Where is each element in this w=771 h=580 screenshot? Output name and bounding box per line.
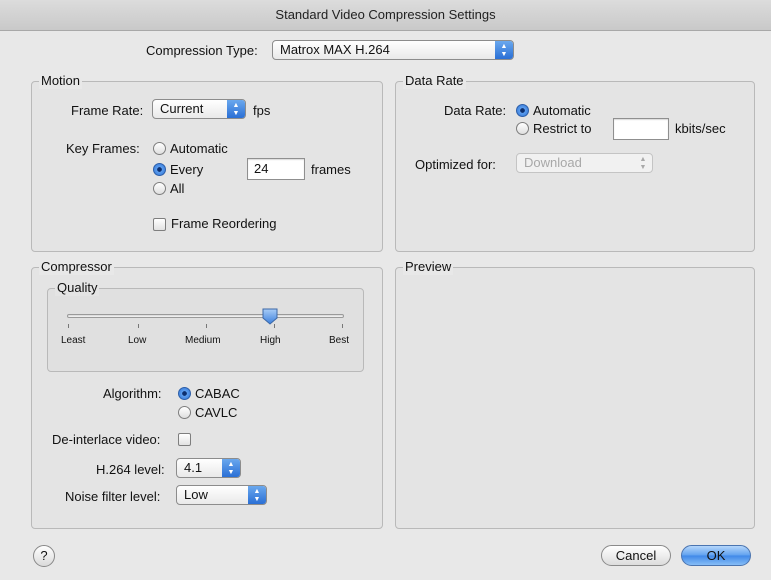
key-frames-label: Key Frames:	[66, 141, 140, 156]
window-title: Standard Video Compression Settings	[0, 0, 771, 31]
key-frames-every-field[interactable]: 24	[247, 158, 305, 180]
popup-arrows-icon: ▲ ▼	[227, 100, 245, 118]
kbits-unit: kbits/sec	[675, 121, 726, 136]
compression-type-value: Matrox MAX H.264	[280, 42, 390, 57]
data-rate-automatic-radio[interactable]	[516, 104, 529, 117]
key-frames-automatic-radio[interactable]	[153, 142, 166, 155]
data-rate-group-label: Data Rate	[403, 73, 466, 89]
compressor-group-label: Compressor	[39, 259, 114, 275]
preview-group-label: Preview	[403, 259, 454, 275]
popup-arrows-icon: ▲ ▼	[222, 459, 240, 477]
optimized-for-value: Download	[524, 155, 582, 170]
noise-filter-label: Noise filter level:	[65, 489, 161, 504]
frame-rate-popup[interactable]: Current ▲ ▼	[152, 99, 246, 119]
compression-type-popup[interactable]: Matrox MAX H.264 ▲ ▼	[272, 40, 514, 60]
algorithm-cavlc-radio[interactable]	[178, 406, 191, 419]
frame-rate-label: Frame Rate:	[71, 103, 144, 118]
frames-unit: frames	[311, 162, 351, 177]
popup-arrows-icon: ▲ ▼	[248, 486, 266, 504]
algorithm-cabac-radio[interactable]	[178, 387, 191, 400]
key-frames-every-label: Every	[170, 162, 204, 177]
data-rate-automatic-label: Automatic	[533, 103, 591, 118]
quality-tick	[206, 324, 207, 328]
key-frames-all-radio[interactable]	[153, 182, 166, 195]
quality-slider-thumb[interactable]	[262, 308, 278, 325]
data-rate-restrict-field[interactable]	[613, 118, 669, 140]
noise-filter-popup[interactable]: Low ▲ ▼	[176, 485, 267, 505]
data-rate-restrict-radio[interactable]	[516, 122, 529, 135]
algorithm-cabac-label: CABAC	[195, 386, 240, 401]
frame-reordering-checkbox[interactable]	[153, 218, 166, 231]
cancel-button[interactable]: Cancel	[601, 545, 671, 566]
quality-tick-label: High	[260, 335, 281, 346]
quality-tick	[138, 324, 139, 328]
quality-tick-label: Least	[61, 335, 86, 346]
algorithm-cavlc-label: CAVLC	[195, 405, 238, 420]
frame-reordering-label: Frame Reordering	[171, 216, 277, 231]
frame-rate-value: Current	[160, 101, 204, 116]
quality-slider-track[interactable]	[67, 314, 344, 318]
deinterlace-label: De-interlace video:	[52, 432, 161, 447]
quality-tick	[68, 324, 69, 328]
help-button[interactable]: ?	[33, 545, 55, 567]
h264-level-popup[interactable]: 4.1 ▲ ▼	[176, 458, 241, 478]
preview-group: Preview	[395, 259, 755, 529]
deinterlace-checkbox[interactable]	[178, 433, 191, 446]
algorithm-label: Algorithm:	[103, 386, 162, 401]
quality-tick-label: Medium	[185, 335, 221, 346]
h264-level-label: H.264 level:	[96, 462, 165, 477]
quality-group-label: Quality	[55, 280, 100, 296]
compression-type-label: Compression Type:	[146, 43, 258, 58]
optimized-for-popup[interactable]: Download ▲ ▼	[516, 153, 653, 173]
quality-group: Quality	[47, 280, 364, 372]
h264-level-value: 4.1	[184, 460, 203, 475]
quality-tick	[342, 324, 343, 328]
motion-group-label: Motion	[39, 73, 83, 89]
key-frames-automatic-label: Automatic	[170, 141, 228, 156]
key-frames-every-radio[interactable]	[153, 163, 166, 176]
data-rate-label: Data Rate:	[444, 103, 507, 118]
popup-arrows-icon: ▲ ▼	[639, 156, 647, 171]
popup-arrows-icon: ▲ ▼	[495, 41, 513, 59]
key-frames-all-label: All	[170, 181, 185, 196]
ok-button[interactable]: OK	[681, 545, 751, 566]
optimized-for-label: Optimized for:	[415, 157, 496, 172]
fps-unit: fps	[253, 103, 271, 118]
quality-tick-label: Best	[329, 335, 350, 346]
quality-tick-label: Low	[128, 335, 147, 346]
data-rate-restrict-label: Restrict to	[533, 121, 592, 136]
noise-filter-value: Low	[184, 487, 208, 502]
